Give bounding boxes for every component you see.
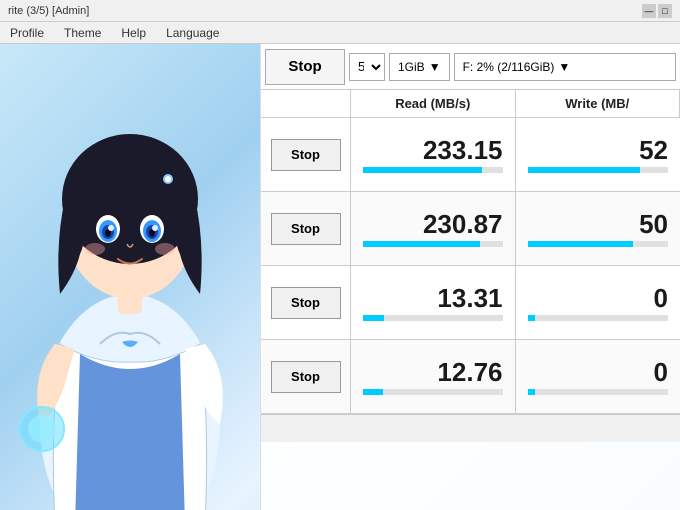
read-cell-2: 13.31	[351, 266, 516, 339]
write-progress-fill-2	[528, 315, 535, 321]
read-progress-3	[363, 389, 503, 395]
stop-button-3[interactable]: Stop	[271, 361, 341, 393]
write-progress-fill-3	[528, 389, 535, 395]
size-dropdown[interactable]: 1GiB ▼	[389, 53, 450, 81]
write-cell-2: 0	[516, 266, 680, 339]
drive-label: F: 2% (2/116GiB)	[463, 60, 555, 74]
benchmark-panel: Stop 5 3 1 1GiB ▼ F: 2% (2/116GiB) ▼	[260, 44, 680, 510]
menu-language[interactable]: Language	[160, 24, 225, 42]
write-cell-1: 50	[516, 192, 680, 265]
drive-dropdown[interactable]: F: 2% (2/116GiB) ▼	[454, 53, 676, 81]
header-read: Read (MB/s)	[351, 90, 516, 117]
write-value-3: 0	[654, 359, 668, 385]
title-bar: rite (3/5) [Admin] — □	[0, 0, 680, 22]
menu-bar: Profile Theme Help Language	[0, 22, 680, 44]
status-bar	[261, 414, 680, 442]
anime-character-area	[0, 44, 265, 510]
size-label: 1GiB	[398, 60, 425, 74]
stop-cell-1: Stop	[261, 192, 351, 265]
app-window: rite (3/5) [Admin] — □ Profile Theme Hel…	[0, 0, 680, 510]
anime-character-svg	[0, 44, 260, 510]
minimize-button[interactable]: —	[642, 4, 656, 18]
read-value-2: 13.31	[437, 285, 502, 311]
table-row: Stop 230.87 50	[261, 192, 680, 266]
stop-cell-2: Stop	[261, 266, 351, 339]
title-bar-controls: — □	[642, 4, 672, 18]
read-cell-3: 12.76	[351, 340, 516, 413]
read-value-0: 233.15	[423, 137, 503, 163]
read-progress-0	[363, 167, 503, 173]
stop-button-2[interactable]: Stop	[271, 287, 341, 319]
drive-chevron-icon: ▼	[558, 60, 570, 74]
write-cell-0: 52	[516, 118, 680, 191]
table-row: Stop 13.31 0	[261, 266, 680, 340]
menu-profile[interactable]: Profile	[4, 24, 50, 42]
write-progress-fill-1	[528, 241, 633, 247]
maximize-button[interactable]: □	[658, 4, 672, 18]
read-progress-1	[363, 241, 503, 247]
read-progress-fill-0	[363, 167, 482, 173]
menu-theme[interactable]: Theme	[58, 24, 107, 42]
read-cell-0: 233.15	[351, 118, 516, 191]
read-progress-2	[363, 315, 503, 321]
table-row: Stop 12.76 0	[261, 340, 680, 414]
stop-cell-0: Stop	[261, 118, 351, 191]
stop-button-1[interactable]: Stop	[271, 213, 341, 245]
write-progress-0	[528, 167, 669, 173]
header-col1	[261, 90, 351, 117]
data-rows-container: Stop 233.15 52 Stop 230.87 50	[261, 118, 680, 414]
table-header: Read (MB/s) Write (MB/	[261, 90, 680, 118]
read-value-1: 230.87	[423, 211, 503, 237]
read-progress-fill-2	[363, 315, 384, 321]
read-progress-fill-3	[363, 389, 383, 395]
write-value-0: 52	[639, 137, 668, 163]
content-area: Stop 5 3 1 1GiB ▼ F: 2% (2/116GiB) ▼	[0, 44, 680, 510]
count-select[interactable]: 5 3 1	[349, 53, 385, 81]
write-cell-3: 0	[516, 340, 680, 413]
menu-help[interactable]: Help	[115, 24, 152, 42]
stop-cell-3: Stop	[261, 340, 351, 413]
size-chevron-icon: ▼	[429, 60, 441, 74]
read-value-3: 12.76	[437, 359, 502, 385]
title-bar-left: rite (3/5) [Admin]	[8, 5, 89, 17]
write-value-1: 50	[639, 211, 668, 237]
window-title: rite (3/5) [Admin]	[8, 5, 89, 17]
table-row: Stop 233.15 52	[261, 118, 680, 192]
write-progress-2	[528, 315, 669, 321]
write-value-2: 0	[654, 285, 668, 311]
header-write: Write (MB/	[516, 90, 680, 117]
read-cell-1: 230.87	[351, 192, 516, 265]
write-progress-1	[528, 241, 669, 247]
read-progress-fill-1	[363, 241, 480, 247]
stop-button-0[interactable]: Stop	[271, 139, 341, 171]
write-progress-3	[528, 389, 669, 395]
toolbar-row: Stop 5 3 1 1GiB ▼ F: 2% (2/116GiB) ▼	[261, 44, 680, 90]
main-stop-button[interactable]: Stop	[265, 49, 345, 85]
write-progress-fill-0	[528, 167, 640, 173]
